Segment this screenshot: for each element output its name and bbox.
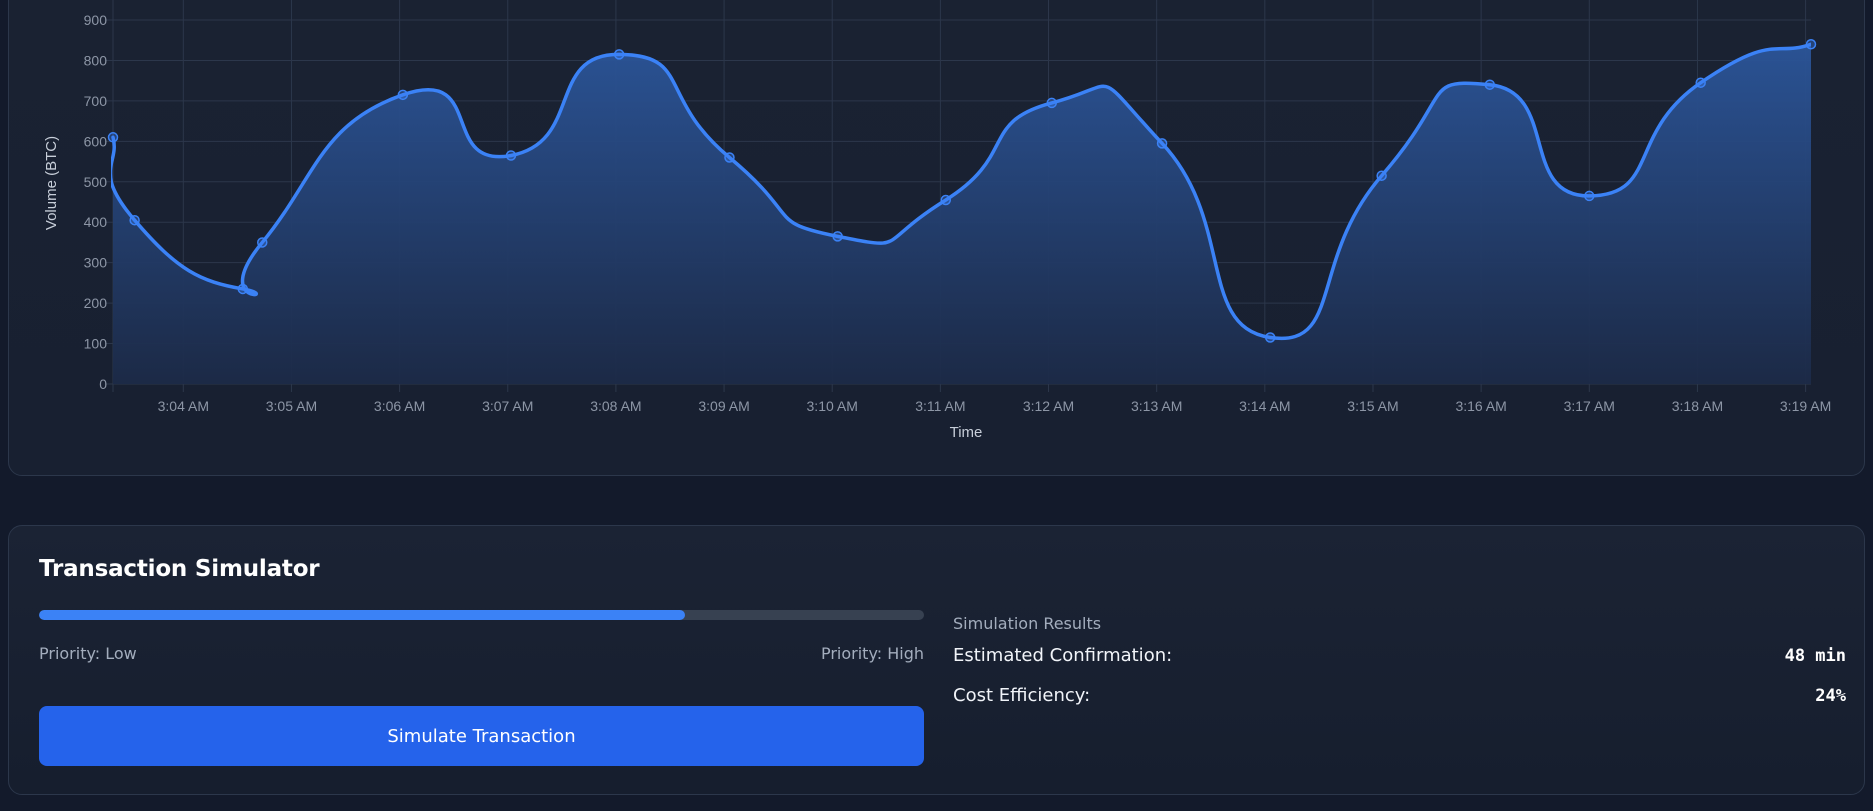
transaction-simulator-card: Transaction Simulator Priority: Low Prio…	[8, 525, 1865, 795]
result-label: Cost Efficiency:	[953, 685, 1091, 706]
x-tick-label: 3:04 AM	[158, 398, 209, 414]
result-value: 48 min	[1784, 646, 1846, 666]
data-point	[724, 152, 735, 163]
y-axis-title: Volume (BTC)	[43, 136, 60, 230]
result-row-confirmation: Estimated Confirmation: 48 min	[953, 645, 1846, 685]
y-tick-label: 0	[99, 376, 107, 392]
x-tick-label: 3:12 AM	[1023, 398, 1074, 414]
x-tick-label: 3:11 AM	[915, 398, 965, 414]
data-point	[1156, 138, 1168, 149]
x-axis-title: Time	[950, 424, 983, 441]
x-tick-label: 3:19 AM	[1780, 398, 1831, 414]
x-axis-ticks: 3:04 AM 3:05 AM 3:06 AM 3:07 AM 3:08 AM 3:09 …	[158, 398, 1832, 414]
priority-slider-fill	[39, 610, 686, 620]
x-tick-label: 3:10 AM	[807, 398, 858, 414]
data-point	[940, 194, 952, 206]
y-tick-label: 600	[84, 133, 108, 149]
y-tick-label: 400	[84, 214, 108, 230]
data-point	[129, 214, 140, 226]
simulator-title: Transaction Simulator	[39, 556, 320, 582]
x-tick-label: 3:17 AM	[1564, 398, 1615, 414]
priority-slider[interactable]	[39, 610, 924, 620]
x-tick-label: 3:06 AM	[374, 398, 425, 414]
data-point	[505, 150, 517, 161]
y-tick-label: 300	[84, 255, 108, 271]
result-value: 24%	[1815, 686, 1846, 706]
simulation-results: Simulation Results Estimated Confirmatio…	[953, 614, 1846, 725]
x-tick-label: 3:18 AM	[1672, 398, 1723, 414]
y-tick-label: 800	[84, 52, 108, 68]
data-point	[1484, 79, 1496, 90]
simulate-transaction-button[interactable]: Simulate Transaction	[39, 706, 924, 766]
data-point	[1584, 190, 1595, 202]
x-tick-label: 3:07 AM	[482, 398, 533, 414]
data-point	[237, 283, 249, 295]
data-point	[1695, 77, 1706, 88]
priority-low-label: Priority: Low	[39, 644, 137, 663]
y-axis-ticks: 0 100 200 300 400 500 600 700 800 900	[84, 12, 108, 392]
data-point	[1046, 97, 1058, 109]
data-point	[257, 237, 268, 248]
y-tick-label: 700	[84, 93, 108, 109]
y-tick-label: 500	[84, 174, 108, 190]
x-tick-label: 3:15 AM	[1347, 398, 1398, 414]
result-row-cost-efficiency: Cost Efficiency: 24%	[953, 685, 1846, 725]
x-tick-label: 3:13 AM	[1131, 398, 1182, 414]
data-point	[1376, 170, 1387, 181]
x-tick-label: 3:16 AM	[1455, 398, 1506, 414]
volume-chart: 0 100 200 300 400 500 600 700 800 900 3:04 AM 3:05…	[43, 0, 1832, 441]
y-tick-label: 900	[84, 12, 108, 28]
y-tick-label: 200	[84, 295, 108, 311]
data-point	[1264, 332, 1276, 343]
data-point	[107, 132, 119, 143]
x-tick-label: 3:09 AM	[698, 398, 749, 414]
volume-chart-card: 0 100 200 300 400 500 600 700 800 900 3:04 AM 3:05…	[8, 0, 1865, 476]
volume-area	[111, 44, 1811, 384]
data-point	[397, 89, 409, 101]
x-tick-label: 3:14 AM	[1239, 398, 1290, 414]
x-tick-label: 3:05 AM	[266, 398, 317, 414]
data-point	[613, 49, 625, 60]
results-heading: Simulation Results	[953, 614, 1102, 633]
priority-high-label: Priority: High	[820, 644, 924, 663]
data-point	[832, 231, 843, 242]
result-label: Estimated Confirmation:	[953, 645, 1173, 666]
y-tick-label: 100	[84, 336, 108, 352]
data-point	[1805, 39, 1817, 50]
x-tick-label: 3:08 AM	[590, 398, 641, 414]
